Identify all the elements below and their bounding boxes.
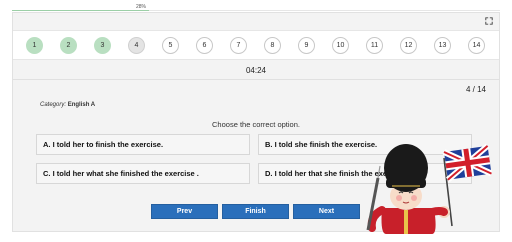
question-nav-14[interactable]: 14 — [468, 36, 485, 54]
question-nav-12[interactable]: 12 — [400, 36, 417, 54]
question-nav-1[interactable]: 1 — [26, 36, 43, 54]
question-counter: 4 / 14 — [465, 85, 486, 94]
question-nav-2[interactable]: 2 — [60, 36, 77, 54]
question-nav-10[interactable]: 10 — [332, 36, 349, 54]
next-button[interactable]: Next — [293, 204, 360, 219]
question-nav-6[interactable]: 6 — [196, 36, 213, 54]
divider — [13, 79, 499, 80]
question-navigator: 1 2 3 4 5 6 7 8 9 10 11 12 13 14 — [13, 30, 499, 60]
progress-bar — [12, 10, 500, 11]
timer: 04:24 — [245, 66, 267, 75]
prev-button[interactable]: Prev — [151, 204, 218, 219]
question-nav-8[interactable]: 8 — [264, 36, 281, 54]
question-prompt: Choose the correct option. — [212, 120, 300, 129]
question-nav-4[interactable]: 4 — [128, 36, 145, 54]
category-line: Category: English A — [40, 102, 95, 108]
option-c[interactable]: C. I told her what she finished the exer… — [36, 163, 250, 184]
category-value: English A — [67, 102, 96, 108]
question-nav-13[interactable]: 13 — [434, 36, 451, 54]
question-nav-3[interactable]: 3 — [94, 36, 111, 54]
progress-bar-fill — [12, 10, 149, 11]
question-nav-11[interactable]: 11 — [366, 36, 383, 54]
finish-button[interactable]: Finish — [222, 204, 289, 219]
royal-guard-mascot-icon — [366, 143, 492, 234]
question-nav-7[interactable]: 7 — [230, 36, 247, 54]
fullscreen-icon[interactable] — [485, 17, 493, 25]
question-nav-5[interactable]: 5 — [162, 36, 179, 54]
question-nav-9[interactable]: 9 — [298, 36, 315, 54]
panel-toolbar — [13, 13, 499, 29]
option-a[interactable]: A. I told her to finish the exercise. — [36, 134, 250, 155]
category-key: Category: — [40, 102, 67, 108]
quiz-page: 28% 1 2 3 4 5 6 7 8 9 10 11 12 13 14 04:24 4 / 14 Cat… — [0, 0, 512, 242]
